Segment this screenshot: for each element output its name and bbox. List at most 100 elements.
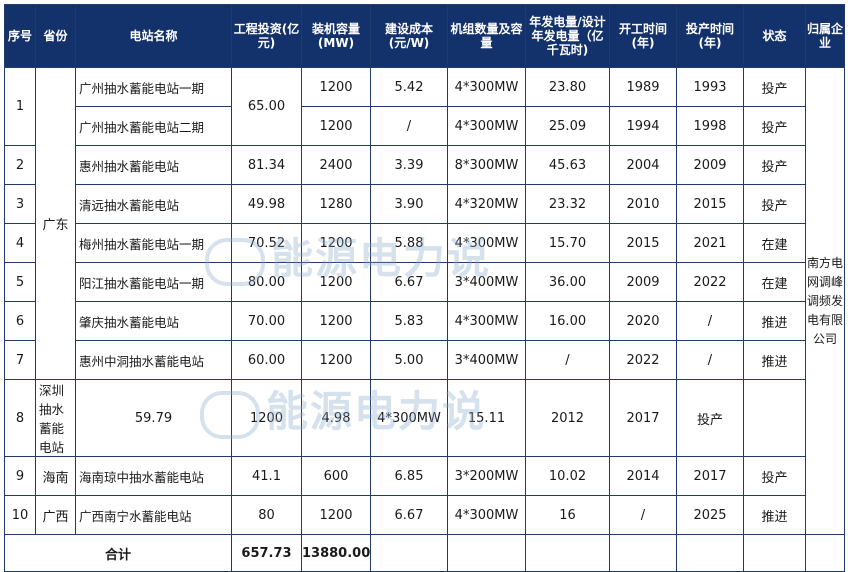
generation-cell: 23.32 xyxy=(525,184,610,224)
start-year-cell: 2015 xyxy=(609,223,677,263)
capacity-cell: 2400 xyxy=(301,145,371,185)
investment-cell: 81.34 xyxy=(231,145,302,185)
province-cell: 广西 xyxy=(35,495,76,535)
start-year-cell: 2004 xyxy=(609,145,677,185)
status-cell: 投产 xyxy=(743,67,806,107)
start-year-cell: 2022 xyxy=(609,340,677,380)
station-name: 清远抽水蓄能电站 xyxy=(75,184,232,224)
status-cell: 投产 xyxy=(743,106,806,146)
status-cell: 在建 xyxy=(743,223,806,263)
station-name: 广西南宁水蓄能电站 xyxy=(75,495,232,535)
generation-cell: 25.09 xyxy=(525,106,610,146)
start-year-cell: 2009 xyxy=(609,262,677,302)
generation-cell: 10.02 xyxy=(525,456,610,496)
table-row: 4 梅州抽水蓄能电站一期 70.52 1200 5.88 4*300MW 15.… xyxy=(4,223,845,263)
cost-cell: 5.42 xyxy=(370,67,448,107)
station-name: 深圳抽水蓄能电站 xyxy=(35,379,76,457)
investment-cell: 59.79 xyxy=(75,379,232,457)
start-year-cell: 2020 xyxy=(609,301,677,341)
capacity-cell: 1200 xyxy=(301,340,371,380)
empty-cell xyxy=(370,534,448,572)
table-row: 6 肇庆抽水蓄能电站 70.00 1200 5.83 4*300MW 16.00… xyxy=(4,301,845,341)
units-cell: 4*300MW xyxy=(447,301,526,341)
row-index: 6 xyxy=(4,301,36,341)
capacity-cell: 1200 xyxy=(301,67,371,107)
cost-cell: 5.83 xyxy=(370,301,448,341)
row-index: 7 xyxy=(4,340,36,380)
generation-cell: 36.00 xyxy=(525,262,610,302)
province-cell: 广东 xyxy=(35,67,76,380)
generation-cell: 45.63 xyxy=(525,145,610,185)
cost-cell: 5.00 xyxy=(370,340,448,380)
empty-cell xyxy=(676,534,744,572)
status-cell: 推进 xyxy=(743,301,806,341)
capacity-cell: 1200 xyxy=(301,262,371,302)
empty-cell xyxy=(609,534,677,572)
row-index: 9 xyxy=(4,456,36,496)
production-year-cell: / xyxy=(676,301,744,341)
investment-cell: 70.00 xyxy=(231,301,302,341)
generation-cell: 15.70 xyxy=(525,223,610,263)
status-cell: 投产 xyxy=(743,145,806,185)
generation-cell: 23.80 xyxy=(525,67,610,107)
capacity-cell: 1280 xyxy=(301,184,371,224)
capacity-cell: 1200 xyxy=(231,379,302,457)
units-cell: 4*320MW xyxy=(447,184,526,224)
station-name: 梅州抽水蓄能电站一期 xyxy=(75,223,232,263)
production-year-cell: 2022 xyxy=(676,262,744,302)
capacity-cell: 1200 xyxy=(301,223,371,263)
production-year-cell: 2021 xyxy=(676,223,744,263)
cost-cell: 3.39 xyxy=(370,145,448,185)
pumped-storage-table: 序号 省份 电站名称 工程投资(亿元) 装机容量(MW) 建设成本(元/W) 机… xyxy=(4,4,845,572)
investment-cell: 80.00 xyxy=(231,262,302,302)
cost-cell: 4.98 xyxy=(301,379,371,457)
province-cell: 海南 xyxy=(35,456,76,496)
total-investment: 657.73 xyxy=(231,534,302,572)
status-cell: 在建 xyxy=(743,262,806,302)
status-cell: 投产 xyxy=(743,456,806,496)
capacity-cell: 600 xyxy=(301,456,371,496)
production-year-cell: 1998 xyxy=(676,106,744,146)
total-row: 合计 657.73 13880.00 xyxy=(4,534,845,572)
row-index: 3 xyxy=(4,184,36,224)
cost-cell: / xyxy=(370,106,448,146)
empty-cell xyxy=(447,534,526,572)
units-cell: 4*300MW xyxy=(447,495,526,535)
production-year-cell: 2015 xyxy=(676,184,744,224)
start-year-cell: 2012 xyxy=(525,379,610,457)
table-row: 3 清远抽水蓄能电站 49.98 1280 3.90 4*320MW 23.32… xyxy=(4,184,845,224)
status-cell: 投产 xyxy=(743,184,806,224)
header-generation: 年发电量/设计年发电量（亿千瓦时) xyxy=(525,4,610,68)
units-cell: 4*300MW xyxy=(447,223,526,263)
station-name: 肇庆抽水蓄能电站 xyxy=(75,301,232,341)
row-index: 2 xyxy=(4,145,36,185)
table-row: 10 广西 广西南宁水蓄能电站 80 1200 6.67 4*300MW 16 … xyxy=(4,495,845,535)
table-row: 1 广东 广州抽水蓄能电站一期 65.00 1200 5.42 4*300MW … xyxy=(4,67,845,535)
units-cell: 3*200MW xyxy=(447,456,526,496)
status-cell: 投产 xyxy=(676,379,744,457)
investment-cell: 80 xyxy=(231,495,302,535)
row-index: 8 xyxy=(4,379,36,457)
units-cell: 4*300MW xyxy=(447,67,526,107)
generation-cell: 15.11 xyxy=(447,379,526,457)
cost-cell: 3.90 xyxy=(370,184,448,224)
header-capacity: 装机容量(MW) xyxy=(301,4,371,68)
empty-cell xyxy=(743,534,806,572)
production-year-cell: 2025 xyxy=(676,495,744,535)
header-index: 序号 xyxy=(4,4,36,68)
header-investment: 工程投资(亿元) xyxy=(231,4,302,68)
header-cost: 建设成本(元/W) xyxy=(370,4,448,68)
start-year-cell: 2014 xyxy=(609,456,677,496)
table-row: 7 惠州中洞抽水蓄能电站 60.00 1200 5.00 3*400MW / 2… xyxy=(4,340,845,380)
capacity-cell: 1200 xyxy=(301,301,371,341)
capacity-cell: 1200 xyxy=(301,106,371,146)
start-year-cell: 2010 xyxy=(609,184,677,224)
header-station-name: 电站名称 xyxy=(75,4,232,68)
table-row: 5 阳江抽水蓄能电站一期 80.00 1200 6.67 3*400MW 36.… xyxy=(4,262,845,302)
header-units: 机组数量及容量 xyxy=(447,4,526,68)
production-year-cell: 2009 xyxy=(676,145,744,185)
table-row: 2 惠州抽水蓄能电站 81.34 2400 3.39 8*300MW 45.63… xyxy=(4,145,845,185)
cost-cell: 6.67 xyxy=(370,262,448,302)
generation-cell: 16 xyxy=(525,495,610,535)
header-start-year: 开工时间(年) xyxy=(609,4,677,68)
